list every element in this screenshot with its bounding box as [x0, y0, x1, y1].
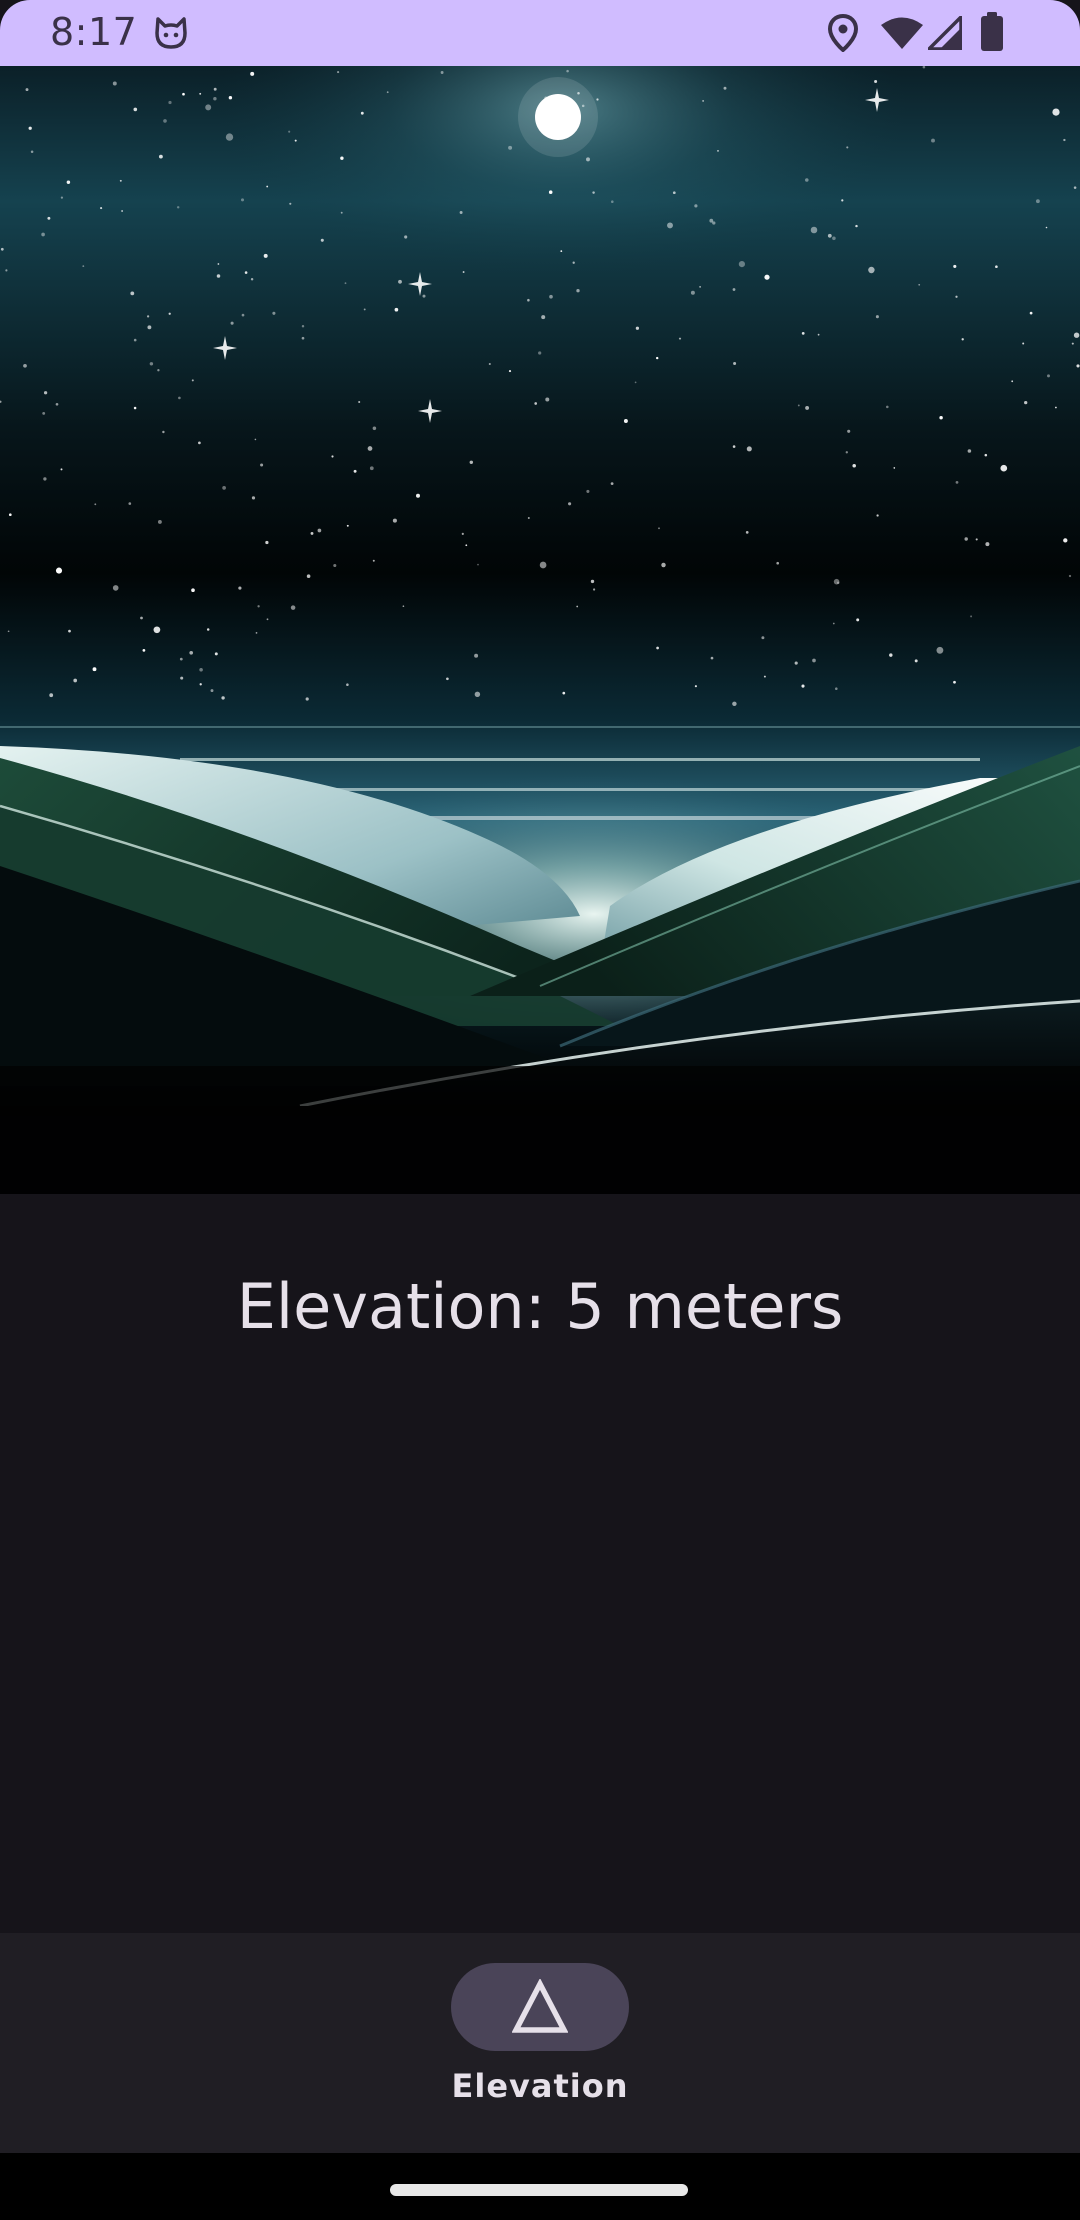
status-bar: 8:17	[0, 0, 1080, 66]
main-content: Elevation: 5 meters	[0, 1194, 1080, 1933]
location-pin-icon	[828, 14, 858, 52]
triangle-icon	[512, 1979, 568, 2033]
elevation-readout: Elevation: 5 meters	[236, 1270, 844, 1343]
wifi-icon	[881, 17, 923, 49]
night-landscape-image	[0, 66, 1080, 1194]
gesture-nav-area	[0, 2153, 1080, 2220]
status-time: 8:17	[50, 10, 138, 54]
nav-item-elevation[interactable]: Elevation	[400, 1963, 680, 2123]
bottom-navigation: Elevation	[0, 1933, 1080, 2153]
battery-icon	[981, 12, 1003, 51]
signal-icon	[928, 16, 962, 50]
gesture-handle[interactable]	[390, 2184, 688, 2196]
nav-active-indicator	[451, 1963, 629, 2051]
nav-label-elevation: Elevation	[451, 2067, 629, 2105]
cat-face-icon	[155, 17, 187, 49]
app-screen: 8:17 Elevation: 5 meters Elevation	[0, 0, 1080, 2220]
